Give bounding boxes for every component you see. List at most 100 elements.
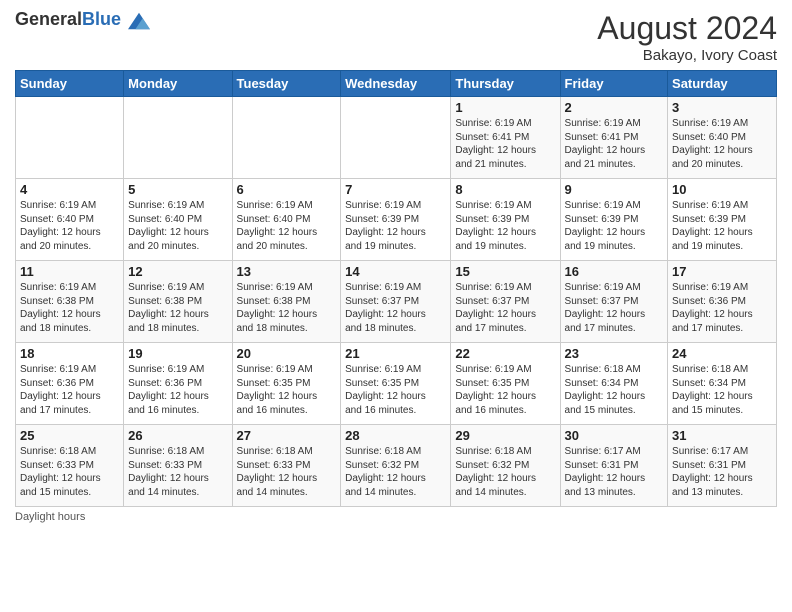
logo-general-text: General: [15, 9, 82, 29]
day-cell: [341, 97, 451, 179]
day-cell: 20 Sunrise: 6:19 AM Sunset: 6:35 PM Dayli…: [232, 343, 341, 425]
day-number: 9: [565, 182, 664, 197]
day-number: 27: [237, 428, 337, 443]
day-number: 8: [455, 182, 555, 197]
day-number: 17: [672, 264, 772, 279]
day-cell: [16, 97, 124, 179]
daylight-hours-label: Daylight hours: [15, 511, 85, 523]
day-number: 24: [672, 346, 772, 361]
day-info: Sunrise: 6:18 AM Sunset: 6:33 PM Dayligh…: [237, 445, 337, 499]
header-row: SundayMondayTuesdayWednesdayThursdayFrid…: [16, 71, 777, 97]
day-cell: 6Sunrise: 6:19 AM Sunset: 6:40 PM Daylig…: [232, 179, 341, 261]
week-row-5: 25 Sunrise: 6:18 AM Sunset: 6:33 PM Dayli…: [16, 425, 777, 507]
day-info: Sunrise: 6:17 AM Sunset: 6:31 PM Dayligh…: [672, 445, 772, 499]
day-cell: 3 Sunrise: 6:19 AM Sunset: 6:40 PM Daylig…: [668, 97, 777, 179]
day-cell: 19 Sunrise: 6:19 AM Sunset: 6:36 PM Dayli…: [124, 343, 232, 425]
day-number: 22: [455, 346, 555, 361]
day-info: Sunrise: 6:19 AM Sunset: 6:36 PM Dayligh…: [128, 363, 227, 417]
day-info: Sunrise: 6:19 AM Sunset: 6:39 PM Dayligh…: [455, 199, 555, 253]
day-cell: 11 Sunrise: 6:19 AM Sunset: 6:38 PM Dayli…: [16, 261, 124, 343]
day-number: 23: [565, 346, 664, 361]
day-number: 14: [345, 264, 446, 279]
day-info: Sunrise: 6:19 AM Sunset: 6:38 PM Dayligh…: [20, 281, 119, 335]
day-cell: 10 Sunrise: 6:19 AM Sunset: 6:39 PM Dayli…: [668, 179, 777, 261]
day-number: 10: [672, 182, 772, 197]
day-number: 25: [20, 428, 119, 443]
day-info: Sunrise: 6:18 AM Sunset: 6:33 PM Dayligh…: [20, 445, 119, 499]
day-info: Sunrise: 6:19 AM Sunset: 6:36 PM Dayligh…: [20, 363, 119, 417]
logo-icon: [128, 10, 150, 32]
day-number: 21: [345, 346, 446, 361]
week-row-3: 11 Sunrise: 6:19 AM Sunset: 6:38 PM Dayli…: [16, 261, 777, 343]
day-cell: 25 Sunrise: 6:18 AM Sunset: 6:33 PM Dayli…: [16, 425, 124, 507]
footer: Daylight hours: [15, 511, 777, 523]
day-number: 6: [237, 182, 337, 197]
day-cell: 12 Sunrise: 6:19 AM Sunset: 6:38 PM Dayli…: [124, 261, 232, 343]
day-number: 2: [565, 100, 664, 115]
day-info: Sunrise: 6:17 AM Sunset: 6:31 PM Dayligh…: [565, 445, 664, 499]
header-day-saturday: Saturday: [668, 71, 777, 97]
day-info: Sunrise: 6:19 AM Sunset: 6:37 PM Dayligh…: [565, 281, 664, 335]
calendar-header: SundayMondayTuesdayWednesdayThursdayFrid…: [16, 71, 777, 97]
day-cell: 7Sunrise: 6:19 AM Sunset: 6:39 PM Daylig…: [341, 179, 451, 261]
week-row-4: 18 Sunrise: 6:19 AM Sunset: 6:36 PM Dayli…: [16, 343, 777, 425]
header-day-thursday: Thursday: [451, 71, 560, 97]
day-info: Sunrise: 6:19 AM Sunset: 6:35 PM Dayligh…: [345, 363, 446, 417]
day-info: Sunrise: 6:19 AM Sunset: 6:35 PM Dayligh…: [237, 363, 337, 417]
header-day-sunday: Sunday: [16, 71, 124, 97]
day-cell: 22 Sunrise: 6:19 AM Sunset: 6:35 PM Dayli…: [451, 343, 560, 425]
day-number: 29: [455, 428, 555, 443]
day-number: 26: [128, 428, 227, 443]
day-number: 31: [672, 428, 772, 443]
day-cell: 30Sunrise: 6:17 AM Sunset: 6:31 PM Dayli…: [560, 425, 668, 507]
week-row-1: 1Sunrise: 6:19 AM Sunset: 6:41 PM Daylig…: [16, 97, 777, 179]
day-cell: 9 Sunrise: 6:19 AM Sunset: 6:39 PM Daylig…: [560, 179, 668, 261]
day-info: Sunrise: 6:18 AM Sunset: 6:33 PM Dayligh…: [128, 445, 227, 499]
day-info: Sunrise: 6:19 AM Sunset: 6:36 PM Dayligh…: [672, 281, 772, 335]
day-info: Sunrise: 6:19 AM Sunset: 6:37 PM Dayligh…: [345, 281, 446, 335]
day-info: Sunrise: 6:19 AM Sunset: 6:40 PM Dayligh…: [672, 117, 772, 171]
day-cell: 13Sunrise: 6:19 AM Sunset: 6:38 PM Dayli…: [232, 261, 341, 343]
day-info: Sunrise: 6:19 AM Sunset: 6:39 PM Dayligh…: [565, 199, 664, 253]
day-number: 15: [455, 264, 555, 279]
day-cell: 29 Sunrise: 6:18 AM Sunset: 6:32 PM Dayli…: [451, 425, 560, 507]
day-number: 3: [672, 100, 772, 115]
header-day-monday: Monday: [124, 71, 232, 97]
day-info: Sunrise: 6:19 AM Sunset: 6:40 PM Dayligh…: [20, 199, 119, 253]
calendar-page: GeneralBlue August 2024 Bakayo, Ivory Co…: [0, 0, 792, 612]
day-number: 7: [345, 182, 446, 197]
day-number: 11: [20, 264, 119, 279]
day-info: Sunrise: 6:19 AM Sunset: 6:39 PM Dayligh…: [672, 199, 772, 253]
day-info: Sunrise: 6:19 AM Sunset: 6:38 PM Dayligh…: [128, 281, 227, 335]
header-day-tuesday: Tuesday: [232, 71, 341, 97]
day-number: 18: [20, 346, 119, 361]
day-info: Sunrise: 6:18 AM Sunset: 6:32 PM Dayligh…: [345, 445, 446, 499]
day-cell: [124, 97, 232, 179]
day-cell: 26 Sunrise: 6:18 AM Sunset: 6:33 PM Dayli…: [124, 425, 232, 507]
day-cell: 31 Sunrise: 6:17 AM Sunset: 6:31 PM Dayli…: [668, 425, 777, 507]
day-info: Sunrise: 6:19 AM Sunset: 6:41 PM Dayligh…: [455, 117, 555, 171]
day-number: 19: [128, 346, 227, 361]
day-info: Sunrise: 6:18 AM Sunset: 6:34 PM Dayligh…: [672, 363, 772, 417]
header-day-wednesday: Wednesday: [341, 71, 451, 97]
day-cell: [232, 97, 341, 179]
day-cell: 2 Sunrise: 6:19 AM Sunset: 6:41 PM Daylig…: [560, 97, 668, 179]
day-number: 5: [128, 182, 227, 197]
header: GeneralBlue August 2024 Bakayo, Ivory Co…: [15, 10, 777, 64]
week-row-2: 4 Sunrise: 6:19 AM Sunset: 6:40 PM Daylig…: [16, 179, 777, 261]
day-info: Sunrise: 6:19 AM Sunset: 6:35 PM Dayligh…: [455, 363, 555, 417]
day-info: Sunrise: 6:19 AM Sunset: 6:41 PM Dayligh…: [565, 117, 664, 171]
day-number: 20: [237, 346, 337, 361]
day-cell: 28 Sunrise: 6:18 AM Sunset: 6:32 PM Dayli…: [341, 425, 451, 507]
day-info: Sunrise: 6:18 AM Sunset: 6:32 PM Dayligh…: [455, 445, 555, 499]
day-number: 16: [565, 264, 664, 279]
day-info: Sunrise: 6:19 AM Sunset: 6:37 PM Dayligh…: [455, 281, 555, 335]
calendar-table: SundayMondayTuesdayWednesdayThursdayFrid…: [15, 70, 777, 507]
day-cell: 1Sunrise: 6:19 AM Sunset: 6:41 PM Daylig…: [451, 97, 560, 179]
day-info: Sunrise: 6:19 AM Sunset: 6:40 PM Dayligh…: [128, 199, 227, 253]
day-number: 4: [20, 182, 119, 197]
calendar-title: August 2024: [597, 10, 777, 47]
day-cell: 23Sunrise: 6:18 AM Sunset: 6:34 PM Dayli…: [560, 343, 668, 425]
day-number: 12: [128, 264, 227, 279]
day-number: 28: [345, 428, 446, 443]
